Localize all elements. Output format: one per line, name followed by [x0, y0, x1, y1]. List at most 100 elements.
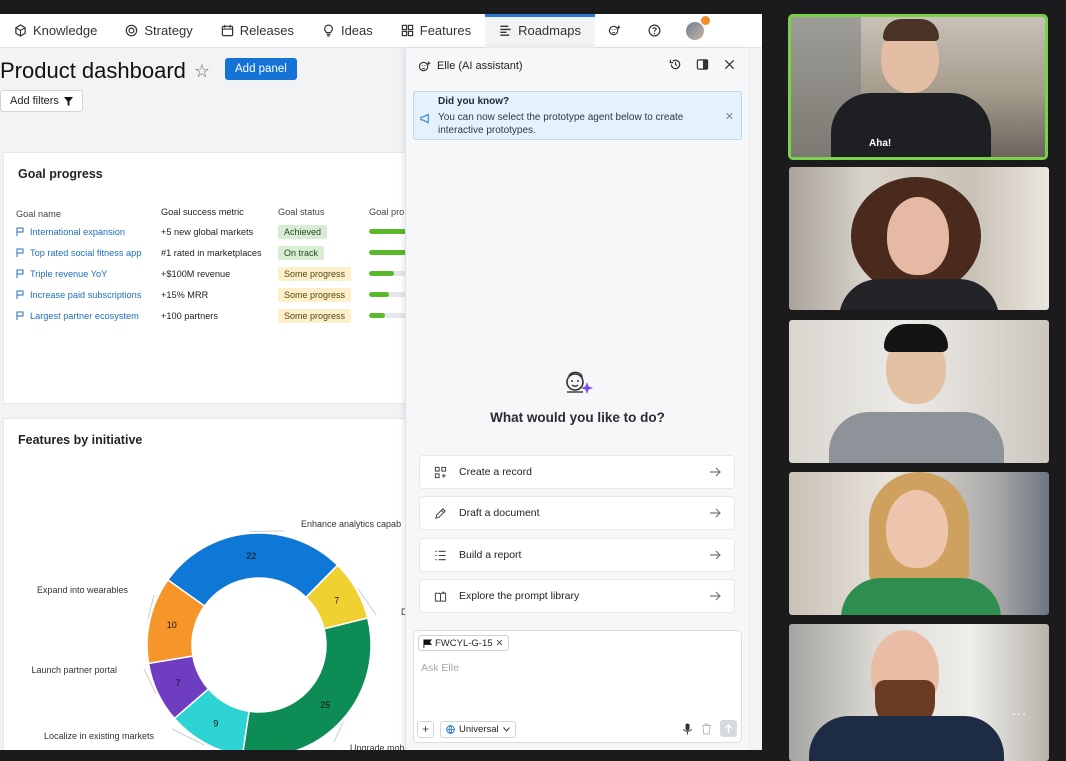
arrow-right-icon — [710, 508, 721, 518]
assistant-question: What would you like to do? — [490, 410, 665, 425]
nav-ideas-label: Ideas — [340, 23, 373, 38]
scope-label: Universal — [459, 723, 499, 735]
goal-table-header: Goal name Goal success metric Goal statu… — [16, 207, 429, 221]
top-navigation: Knowledge Strategy Releases Ideas Featur… — [0, 14, 762, 48]
donut-value-label: 7 — [334, 596, 339, 606]
goal-metric-cell: #1 rated in marketplaces — [161, 247, 262, 258]
create-record-action[interactable]: Create a record — [419, 455, 735, 489]
avatar — [685, 15, 710, 40]
donut-value-label: 25 — [320, 700, 330, 710]
user-menu[interactable] — [675, 14, 715, 48]
status-badge: Some progress — [278, 308, 352, 323]
page-title-text: Product dashboard — [0, 58, 186, 83]
microphone-icon[interactable] — [682, 723, 693, 735]
participant-body — [809, 716, 1004, 761]
goal-name-link[interactable]: Largest partner ecosystem — [30, 311, 139, 321]
help-button[interactable] — [635, 14, 675, 48]
nav-releases[interactable]: Releases — [207, 14, 308, 48]
add-panel-button[interactable]: Add panel — [225, 58, 297, 80]
nav-ideas[interactable]: Ideas — [308, 14, 387, 48]
jacket-logo: Aha! — [869, 138, 892, 149]
send-button[interactable] — [720, 720, 737, 737]
chip-remove-icon[interactable]: ✕ — [496, 638, 504, 649]
build-report-label: Build a report — [459, 549, 522, 561]
goal-progress-title: Goal progress — [18, 167, 103, 181]
goal-status-cell: Some progress — [278, 287, 369, 302]
video-tile-5[interactable]: ... — [789, 624, 1049, 761]
video-tile-2[interactable] — [789, 167, 1049, 310]
goal-name-cell[interactable]: Triple revenue YoY — [16, 269, 161, 279]
participant-hair — [884, 324, 948, 352]
goal-name-link[interactable]: Top rated social fitness app — [30, 248, 141, 258]
participant-body — [829, 412, 1004, 463]
draft-document-action[interactable]: Draft a document — [419, 496, 735, 530]
nav-knowledge[interactable]: Knowledge — [0, 14, 111, 48]
composer-right-actions — [682, 720, 737, 737]
did-you-know-banner: Did you know? You can now select the pro… — [413, 91, 742, 140]
grid-icon — [401, 24, 413, 37]
goal-name-cell[interactable]: International expansion — [16, 227, 161, 237]
more-options-icon[interactable]: ... — [1012, 702, 1027, 718]
pen-icon — [435, 507, 446, 519]
flag-icon — [423, 638, 432, 648]
goal-metric-cell: +$100M revenue — [161, 268, 231, 279]
goal-name-link[interactable]: Increase paid subscriptions — [30, 290, 141, 300]
add-filters-label: Add filters — [10, 95, 59, 107]
tip-body: You can now select the prototype agent b… — [438, 112, 684, 136]
assistant-icon — [418, 60, 431, 71]
goal-name-link[interactable]: International expansion — [30, 227, 125, 237]
prompt-library-action[interactable]: Explore the prompt library — [419, 579, 735, 613]
goal-name-cell[interactable]: Increase paid subscriptions — [16, 290, 161, 300]
goal-table: Goal name Goal success metric Goal statu… — [16, 207, 429, 326]
build-report-action[interactable]: Build a report — [419, 538, 735, 572]
goal-row[interactable]: Triple revenue YoY +$100M revenue Some pro… — [16, 263, 429, 284]
composer-toolbar: + Universal — [417, 720, 737, 738]
video-tile-3[interactable] — [789, 320, 1049, 463]
tip-close-icon[interactable]: ✕ — [725, 110, 734, 123]
goal-name-cell[interactable]: Largest partner ecosystem — [16, 311, 161, 321]
context-chip[interactable]: FWCYL-G-15 ✕ — [418, 635, 509, 651]
elle-sparkle-icon — [566, 371, 593, 394]
goal-name-link[interactable]: Triple revenue YoY — [30, 269, 107, 279]
knowledge-icon — [15, 24, 26, 37]
create-record-label: Create a record — [459, 466, 532, 478]
app-window: Knowledge Strategy Releases Ideas Featur… — [0, 14, 762, 750]
tip-title: Did you know? — [438, 96, 510, 107]
dock-icon[interactable] — [696, 58, 709, 71]
goal-row[interactable]: International expansion +5 new global mar… — [16, 221, 429, 242]
ai-assistant-panel: Elle (AI assistant) Did you know? You ca… — [405, 48, 748, 750]
scope-selector[interactable]: Universal — [440, 720, 516, 738]
goal-row[interactable]: Top rated social fitness app #1 rated in … — [16, 242, 429, 263]
lightbulb-icon — [323, 24, 333, 37]
calendar-icon — [221, 24, 233, 37]
nav-features[interactable]: Features — [387, 14, 485, 48]
add-attachment-button[interactable]: + — [417, 720, 434, 738]
star-icon[interactable]: ☆ — [194, 61, 210, 82]
goal-name-cell[interactable]: Top rated social fitness app — [16, 248, 161, 258]
video-tile-active-speaker[interactable]: Aha! — [788, 14, 1048, 160]
ai-assistant-nav-button[interactable] — [595, 14, 635, 48]
prompt-composer[interactable]: FWCYL-G-15 ✕ Ask Elle + Universal — [413, 630, 742, 743]
donut-slice[interactable] — [242, 617, 372, 750]
nav-knowledge-label: Knowledge — [33, 23, 98, 38]
filter-icon — [63, 96, 73, 106]
arrow-right-icon — [710, 550, 721, 560]
nav-strategy[interactable]: Strategy — [111, 14, 206, 48]
flag-icon — [16, 290, 24, 299]
status-badge: Achieved — [278, 224, 328, 239]
goal-status-cell: Achieved — [278, 224, 369, 239]
ask-input[interactable]: Ask Elle — [421, 662, 459, 674]
trash-icon[interactable] — [701, 723, 712, 735]
goal-progress-panel: Goal progress Goal name Goal success met… — [3, 152, 423, 404]
close-icon[interactable] — [723, 58, 736, 71]
video-tile-4[interactable] — [789, 472, 1049, 615]
flag-icon — [16, 227, 24, 236]
globe-icon — [446, 724, 455, 734]
history-icon[interactable] — [669, 58, 682, 71]
goal-row[interactable]: Largest partner ecosystem +100 partners So… — [16, 305, 429, 326]
participant-hair — [883, 19, 939, 41]
nav-roadmaps[interactable]: Roadmaps — [485, 14, 595, 48]
goal-row[interactable]: Increase paid subscriptions +15% MRR Some … — [16, 284, 429, 305]
goal-metric-cell: +15% MRR — [161, 289, 209, 300]
add-filters-button[interactable]: Add filters — [0, 90, 83, 112]
